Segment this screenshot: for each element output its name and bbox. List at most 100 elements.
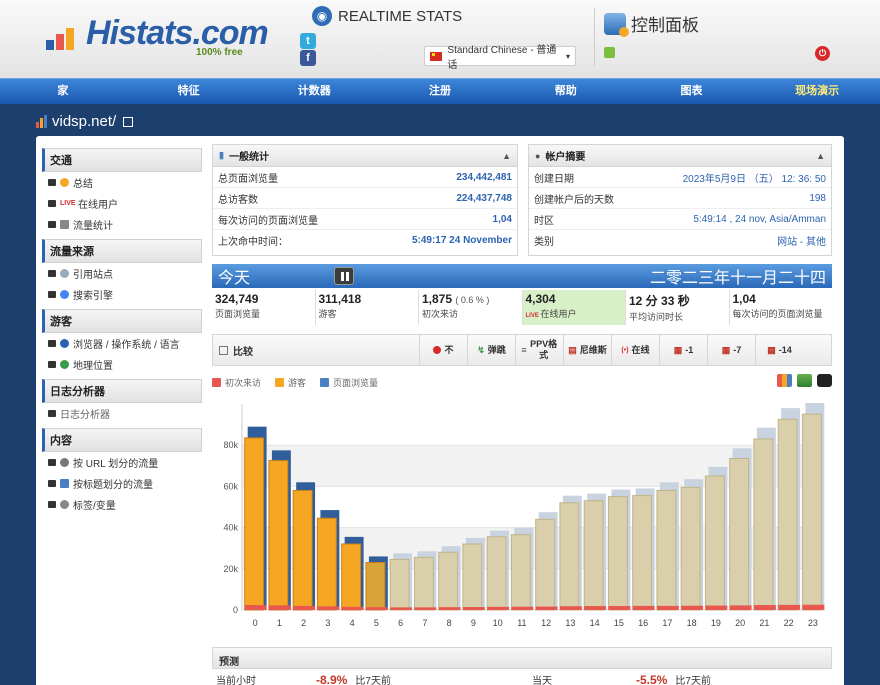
histats-logo[interactable]: Histats.com 100% free [46,12,269,62]
compare-button[interactable]: 比较 [213,343,419,358]
account-label: 创建帐户后的天数 [534,194,614,206]
y-tick-label: 40k [223,523,238,533]
forecast-header[interactable]: 预测 [212,647,832,669]
kpi-first-visits: 1,875 ( 0.6 % ) 初次来访 [419,290,523,325]
nevis-button[interactable]: ▤ 尼维斯 [563,334,611,366]
nav-help[interactable]: 帮助 [503,79,629,104]
globe-icon [60,360,69,369]
power-icon[interactable]: ⏻ [815,46,830,61]
general-stats-header[interactable]: ▮ 一般统计 ▲ [213,145,517,167]
sidebar-item-label: 日志分析器 [60,410,110,421]
sidebar-item-traffic-stats[interactable]: 流量统计 [42,214,202,235]
account-summary-header[interactable]: ● 帐户摘要 ▲ [529,145,831,167]
minus-1-button[interactable]: ▦ -1 [659,334,707,366]
sidebar-item-log-analyzer[interactable]: 日志分析器 [42,403,202,424]
bar-visitors [753,438,774,611]
x-tick-label: 7 [422,618,427,628]
twitter-icon[interactable]: t [300,33,316,49]
bar-first-visits [559,606,582,610]
chevron-up-icon[interactable]: ▲ [816,151,825,161]
referrer-icon [60,269,69,278]
sidebar-section-log-analyzer[interactable]: 日志分析器 [42,379,202,403]
x-tick-label: 21 [759,618,769,628]
account-row: 时区 5:49:14 , 24 nov, Asia/Amman [529,209,831,230]
legend-visitors[interactable]: 游客 [275,376,306,389]
stat-value: 234,442,481 [456,171,512,183]
sidebar-section-traffic[interactable]: 交通 [42,148,202,172]
sidebar-item-geo[interactable]: 地理位置 [42,354,202,375]
stat-row: 上次命中时间： 5:49:17 24 November [213,230,517,251]
sidebar-section-content[interactable]: 内容 [42,428,202,452]
forecast-note: 比7天前 [355,676,391,685]
kpi-pageviews: 324,749 页面浏览量 [212,290,316,325]
nav-live-demo[interactable]: 现场演示 [754,79,880,104]
nav-charts[interactable]: 图表 [629,79,755,104]
nav-counters[interactable]: 计数器 [251,79,377,104]
x-tick-label: 2 [301,618,306,628]
legend-first-visits[interactable]: 初次来访 [212,376,261,389]
bar-visitors [680,486,701,611]
area-chart-icon[interactable] [797,374,812,387]
forecast-label: 当天 [532,676,552,685]
account-value[interactable]: 网站 - 其他 [777,233,826,248]
sidebar-item-search-engines[interactable]: 搜索引擎 [42,284,202,305]
no-button[interactable]: 不 [419,334,467,366]
bar-first-visits [584,606,607,610]
account-label: 创建日期 [534,173,574,185]
minus-7-button[interactable]: ▦ -7 [707,334,755,366]
logo-free-badge: 100% free [196,47,243,58]
bar-visitors [389,558,410,611]
x-tick-label: 0 [253,618,258,628]
lock-icon [48,459,56,466]
pause-button[interactable] [334,267,354,285]
camera-icon[interactable] [817,374,832,387]
ppv-button[interactable]: ≡ PPV格式 [515,334,563,366]
button-label: -7 [733,344,742,355]
sidebar-item-summary[interactable]: 总结 [42,172,202,193]
bar-visitors [486,536,507,611]
sidebar-section-sources[interactable]: 流量来源 [42,239,202,263]
sidebar-item-by-title[interactable]: 按标题划分的流量 [42,473,202,494]
chevron-up-icon[interactable]: ▲ [502,151,511,161]
y-tick-label: 80k [223,440,238,450]
nav-home[interactable]: 家 [0,79,126,104]
minus-14-button[interactable]: ▦ -14 [755,334,803,366]
facebook-icon[interactable]: f [300,50,316,66]
legend-swatch [275,378,285,387]
realtime-stats-link[interactable]: ◉ REALTIME STATS [312,6,462,26]
kpi-label: 页面浏览量 [215,309,261,319]
stat-label: 总访客数 [218,194,258,206]
bounce-icon: ↯ [477,344,485,355]
sidebar-item-online-users[interactable]: LIVE 在线用户 [42,193,202,214]
control-panel-link[interactable]: 控制面板 [604,11,699,37]
sidebar-item-tags[interactable]: 标签/变量 [42,494,202,515]
language-select[interactable]: Standard Chinese - 普通话 ▾ [424,45,576,71]
info-icon [60,339,69,348]
sidebar-item-browsers[interactable]: 浏览器 / 操作系统 / 语言 [42,333,202,354]
bar-first-visits [632,605,655,610]
compare-icon [219,345,228,355]
bar-chart-icon[interactable] [777,374,792,387]
y-tick-label: 60k [223,481,238,491]
sidebar-item-referrers[interactable]: 引用站点 [42,263,202,284]
online-button[interactable]: (•) 在线 [611,334,659,366]
legend-pageviews[interactable]: 页面浏览量 [320,376,378,389]
bounce-button[interactable]: ↯ 弹跳 [467,334,515,366]
user-icon[interactable] [604,47,615,58]
sidebar-item-by-url[interactable]: 按 URL 划分的流量 [42,452,202,473]
bar-visitors [632,495,653,611]
nav-features[interactable]: 特征 [126,79,252,104]
x-tick-label: 14 [590,618,600,628]
chart-legend: 初次来访 游客 页面浏览量 [212,376,378,389]
kpi-online-users[interactable]: 4,304 LIVE 在线用户 [522,290,626,325]
button-label: PPV格式 [530,339,558,360]
sidebar-section-visitors[interactable]: 游客 [42,309,202,333]
calendar-icon: ▦ [767,344,776,355]
summary-icon [60,178,69,187]
external-link-icon[interactable] [123,116,134,127]
nav-register[interactable]: 注册 [377,79,503,104]
realtime-icon: ◉ [312,6,332,26]
bar-visitors [583,500,604,611]
button-label: -1 [685,344,694,355]
forecast-value: -8.9% [316,672,348,685]
